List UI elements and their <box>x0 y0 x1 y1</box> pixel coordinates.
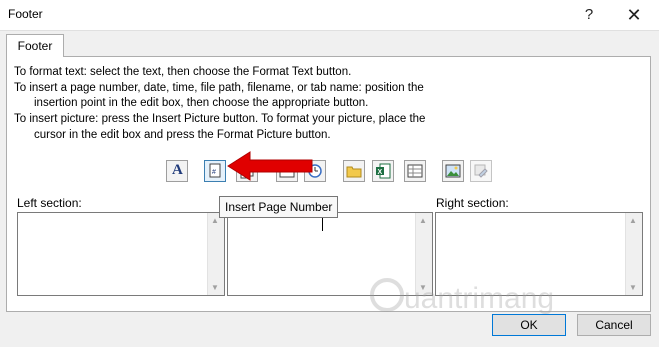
tab-footer[interactable]: Footer <box>6 34 64 57</box>
format-text-button[interactable]: A <box>166 160 188 182</box>
page-number-icon: # <box>209 163 221 178</box>
scroll-up-icon[interactable]: ▲ <box>211 216 219 225</box>
left-section-label: Left section: <box>17 196 82 210</box>
insert-sheet-name-button[interactable] <box>404 160 426 182</box>
format-picture-button[interactable] <box>470 160 492 182</box>
cancel-button[interactable]: Cancel <box>577 314 651 336</box>
watermark: uantrimang <box>404 282 555 315</box>
folder-icon <box>346 166 362 178</box>
left-section-editbox[interactable]: ▲ ▼ <box>17 212 225 296</box>
center-section-editbox[interactable]: ▲ ▼ <box>227 212 433 296</box>
instruction-line: To format text: select the text, then ch… <box>14 66 352 78</box>
red-arrow-icon <box>227 151 313 181</box>
instruction-line: cursor in the edit box and press the For… <box>34 129 331 141</box>
instruction-line: insertion point in the edit box, then ch… <box>34 97 369 109</box>
insert-file-path-button[interactable] <box>343 160 365 182</box>
close-button[interactable]: ✕ <box>619 3 649 27</box>
watermark-logo-icon <box>370 278 404 312</box>
tooltip: Insert Page Number <box>219 196 339 218</box>
scroll-down-icon[interactable]: ▼ <box>211 283 219 292</box>
insert-picture-button[interactable] <box>442 160 464 182</box>
text-cursor <box>322 217 323 231</box>
title-bar: Footer ? ✕ <box>0 0 659 30</box>
scroll-down-icon[interactable]: ▼ <box>629 283 637 292</box>
scrollbar[interactable]: ▲ ▼ <box>625 213 642 295</box>
insert-file-name-button[interactable]: X <box>372 160 394 182</box>
right-section-label: Right section: <box>436 196 509 210</box>
format-text-icon: A <box>172 162 183 178</box>
insert-page-number-button[interactable]: # <box>204 160 226 182</box>
sheet-icon <box>407 164 423 178</box>
picture-icon <box>445 164 461 178</box>
help-button[interactable]: ? <box>574 3 604 27</box>
scrollbar[interactable]: ▲ ▼ <box>207 213 224 295</box>
scroll-up-icon[interactable]: ▲ <box>419 216 427 225</box>
excel-file-icon: X <box>376 163 391 179</box>
ok-button[interactable]: OK <box>492 314 566 336</box>
instruction-line: To insert picture: press the Insert Pict… <box>14 113 426 125</box>
instruction-line: To insert a page number, date, time, fil… <box>14 82 424 94</box>
window-title: Footer <box>8 7 43 21</box>
format-picture-icon <box>474 164 488 178</box>
svg-text:#: # <box>212 169 216 176</box>
svg-text:X: X <box>378 169 383 176</box>
scroll-up-icon[interactable]: ▲ <box>629 216 637 225</box>
